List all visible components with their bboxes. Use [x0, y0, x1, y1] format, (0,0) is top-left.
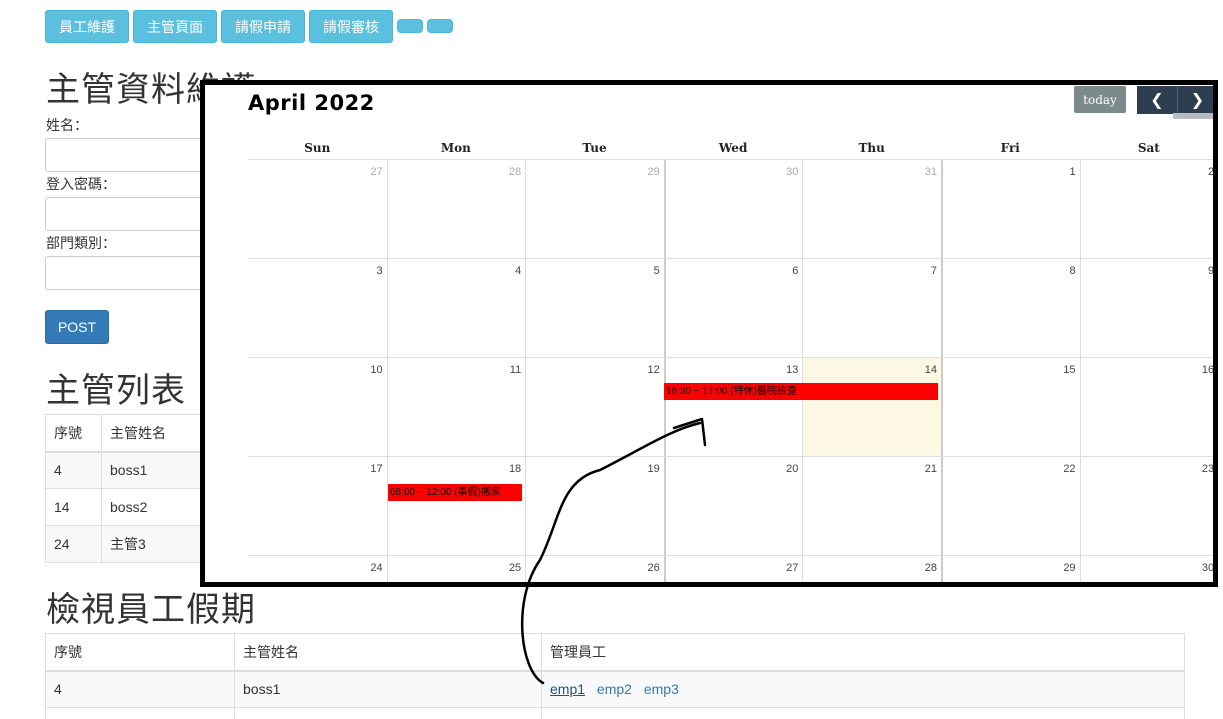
annotation-arrow [520, 417, 707, 685]
